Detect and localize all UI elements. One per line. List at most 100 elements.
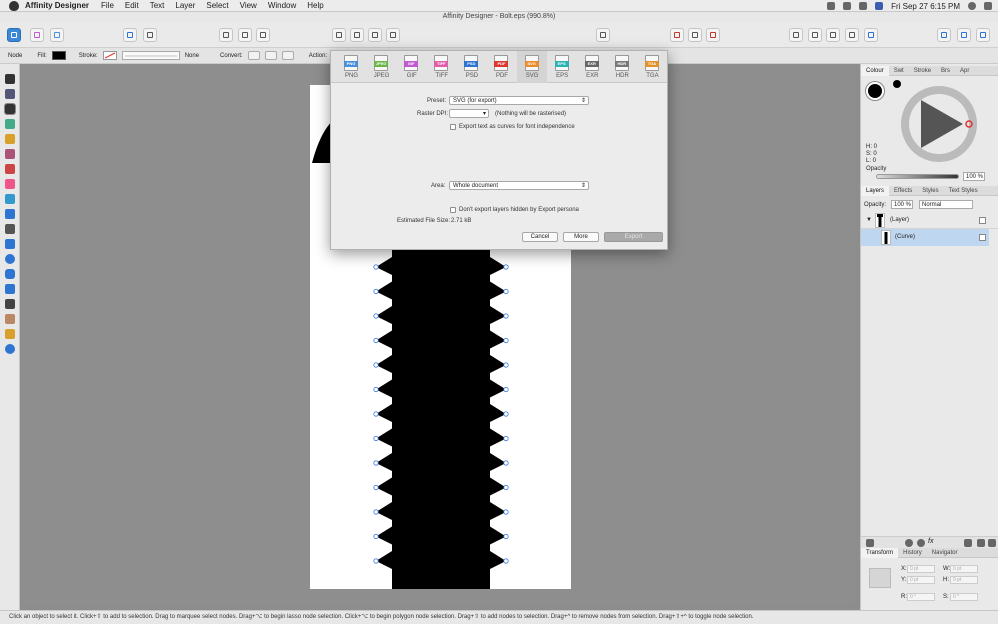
menu-edit[interactable]: Edit [125, 1, 139, 10]
search-icon[interactable] [968, 2, 976, 10]
boolean-button-4[interactable] [386, 28, 400, 42]
curve-node-handle[interactable] [373, 411, 379, 417]
transform-button-5[interactable] [864, 28, 878, 42]
curve-node-handle[interactable] [503, 386, 509, 393]
curve-node-handle[interactable] [503, 288, 509, 295]
tab-effects[interactable]: Effects [889, 188, 917, 194]
curve-node-handle[interactable] [373, 264, 379, 270]
curve-node-handle[interactable] [373, 313, 379, 319]
format-jpeg-button[interactable]: JPEG JPEG [366, 51, 396, 83]
format-psd-button[interactable]: PSD PSD [456, 51, 486, 83]
ellipse-tool-icon[interactable] [5, 254, 15, 264]
stroke-swatch[interactable] [102, 51, 117, 60]
boolean-button-3[interactable] [368, 28, 382, 42]
format-svg-button[interactable]: SVG SVG [516, 51, 547, 83]
more-button[interactable]: More [563, 232, 599, 242]
opacity-input[interactable]: 100 % [963, 172, 985, 181]
snap-toggle-button[interactable] [670, 28, 684, 42]
convert-smart-button[interactable] [281, 51, 294, 60]
curve-node-handle[interactable] [373, 460, 379, 466]
move-tool-icon[interactable] [5, 74, 15, 84]
hand-tool-icon[interactable] [5, 329, 15, 339]
rectangle-tool-icon[interactable] [5, 239, 15, 249]
stroke-width-slider[interactable] [121, 51, 180, 60]
menu-view[interactable]: View [240, 1, 257, 10]
text-tool-icon[interactable] [5, 299, 15, 309]
tab-layers[interactable]: Layers [861, 185, 890, 196]
corner-tool-icon[interactable] [5, 119, 15, 129]
tab-history[interactable]: History [898, 550, 927, 556]
curve-node-handle[interactable] [503, 411, 509, 417]
blend-mode-select[interactable]: Normal [919, 200, 973, 209]
align-button-1[interactable] [219, 28, 233, 42]
format-eps-button[interactable]: EPS EPS [547, 51, 577, 83]
menu-help[interactable]: Help [307, 1, 323, 10]
menu-layer[interactable]: Layer [175, 1, 195, 10]
w-field[interactable]: 0 pt [950, 565, 978, 573]
export-persona-button[interactable] [50, 28, 64, 42]
curve-node-handle[interactable] [503, 362, 509, 368]
wifi-icon[interactable] [843, 2, 852, 10]
align-button-3[interactable] [256, 28, 270, 42]
fill-swatch[interactable] [51, 51, 66, 60]
place-image-icon[interactable] [5, 209, 15, 219]
chat-button[interactable] [937, 28, 951, 42]
layer-row[interactable]: ▼ (Layer) [861, 212, 998, 229]
triangle-tool-icon[interactable] [5, 284, 15, 294]
curve-node-handle[interactable] [503, 509, 509, 515]
fill-tool-icon[interactable] [5, 179, 15, 189]
delete-layer-icon[interactable] [988, 539, 996, 547]
vector-brush-icon[interactable] [5, 164, 15, 174]
flag-icon[interactable] [875, 2, 884, 10]
curve-node-handle[interactable] [503, 484, 509, 491]
pen-tool-icon[interactable] [5, 134, 15, 144]
tab-transform[interactable]: Transform [861, 547, 899, 558]
curve-node-handle[interactable] [373, 509, 379, 515]
curve-node-handle[interactable] [373, 484, 379, 491]
arrange-button[interactable] [596, 28, 610, 42]
format-png-button[interactable]: PNG PNG [336, 51, 366, 83]
assistant-button[interactable] [976, 28, 990, 42]
curve-node-handle[interactable] [503, 533, 509, 540]
tab-styles[interactable]: Styles [917, 188, 943, 194]
node-tool-icon[interactable] [4, 103, 16, 115]
convert-sharp-button[interactable] [247, 51, 260, 60]
transform-button-4[interactable] [845, 28, 859, 42]
studio-button[interactable] [957, 28, 971, 42]
menu-window[interactable]: Window [268, 1, 296, 10]
curve-node-handle[interactable] [503, 264, 509, 270]
colour-wheel[interactable] [891, 84, 981, 174]
format-pdf-button[interactable]: PDF PDF [486, 51, 516, 83]
preset-select[interactable]: SVG (for export) ⇕ [449, 96, 589, 105]
format-exr-button[interactable]: EXR EXR [577, 51, 607, 83]
curve-node-handle[interactable] [503, 435, 509, 442]
fill-colour-well[interactable] [866, 82, 884, 100]
disclosure-icon[interactable]: ▼ [866, 217, 872, 223]
layer-opacity-input[interactable]: 100 % [891, 200, 913, 209]
boolean-button-2[interactable] [350, 28, 364, 42]
menu-file[interactable]: File [101, 1, 114, 10]
adjustment-icon[interactable] [917, 539, 925, 547]
curve-node-handle[interactable] [373, 337, 379, 344]
layer-settings-icon[interactable] [866, 539, 874, 547]
time-machine-icon[interactable] [827, 2, 836, 10]
curve-node-handle[interactable] [503, 313, 509, 319]
format-hdr-button[interactable]: HDR HDR [607, 51, 637, 83]
undo-red-button[interactable] [706, 28, 720, 42]
menu-select[interactable]: Select [206, 1, 228, 10]
x-field[interactable]: 0 pt [907, 565, 935, 573]
raster-dpi-field[interactable]: ▾ [449, 109, 489, 118]
curve-visibility-checkbox[interactable] [979, 234, 986, 241]
tab-colour[interactable]: Colour [861, 65, 889, 76]
tab-swatches[interactable]: Swt [889, 68, 909, 74]
anchor-selector[interactable] [869, 568, 891, 588]
format-gif-button[interactable]: GIF GIF [396, 51, 426, 83]
align-button-2[interactable] [238, 28, 252, 42]
format-tga-button[interactable]: TGA TGA [637, 51, 667, 83]
layer-visibility-checkbox[interactable] [979, 217, 986, 224]
transparency-tool-icon[interactable] [5, 194, 15, 204]
arrow-button[interactable] [688, 28, 702, 42]
h-field[interactable]: 0 pt [950, 576, 978, 584]
zoom-tool-icon[interactable] [5, 344, 15, 354]
pencil-tool-icon[interactable] [5, 149, 15, 159]
